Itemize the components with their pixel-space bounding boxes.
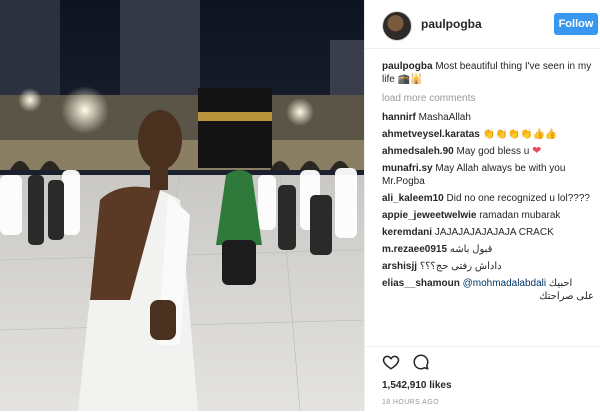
post-header: paulpogba Follow bbox=[365, 0, 600, 49]
comment-item: ahmetveysel.karatas 👏👏👏👏👍👍 bbox=[382, 128, 594, 141]
caption-username[interactable]: paulpogba bbox=[382, 61, 433, 72]
avatar[interactable] bbox=[382, 11, 412, 41]
comment-text: MashaAllah bbox=[418, 112, 471, 123]
comment-username[interactable]: keremdani bbox=[382, 227, 432, 238]
comment-text-line2: على صراحتك bbox=[539, 291, 594, 302]
instagram-post: paulpogba Follow paulpogba Most beautifu… bbox=[0, 0, 600, 411]
photo-illustration bbox=[0, 0, 364, 411]
comment-item: keremdani JAJAJAJAJAJAJA CRACK bbox=[382, 226, 594, 239]
clap-emoji-icon: 👏👏👏👏👍👍 bbox=[482, 129, 558, 140]
comment-item: m.rezaee0915 قبول باشه bbox=[382, 243, 594, 256]
comment-username[interactable]: munafri.sy bbox=[382, 163, 433, 174]
comment-username[interactable]: ali_kaleem10 bbox=[382, 193, 444, 204]
comment-list: paulpogba Most beautiful thing I've seen… bbox=[382, 60, 594, 346]
comment-text: May god bless u bbox=[456, 146, 530, 157]
comment-icon[interactable] bbox=[412, 353, 430, 371]
post-actions: 1,542,910 likes 18 HOURS AGO bbox=[365, 346, 600, 412]
comment-username[interactable]: m.rezaee0915 bbox=[382, 244, 447, 255]
heart-icon[interactable] bbox=[382, 353, 400, 371]
comment-username[interactable]: appie_jeweetwelwie bbox=[382, 210, 477, 221]
comment-item: hannirf MashaAllah bbox=[382, 111, 594, 124]
comment-item: arshisjj داداش رفتی حج؟؟؟ bbox=[382, 260, 594, 273]
comment-item: elias__shamoun @mohmadalabdali احبيك على… bbox=[382, 277, 594, 303]
comment-username[interactable]: arshisjj bbox=[382, 261, 417, 272]
comment-mention[interactable]: @mohmadalabdali bbox=[463, 278, 547, 289]
comment-item: ali_kaleem10 Did no one recognized u lol… bbox=[382, 192, 594, 205]
post-photo[interactable] bbox=[0, 0, 364, 411]
caption: paulpogba Most beautiful thing I've seen… bbox=[382, 60, 594, 86]
comment-text: ramadan mubarak bbox=[479, 210, 561, 221]
comment-text: داداش رفتی حج؟؟؟ bbox=[419, 261, 502, 272]
comment-text: احبيك bbox=[548, 278, 573, 289]
comment-item: munafri.sy May Allah always be with you … bbox=[382, 162, 594, 188]
comment-item: ahmedsaleh.90 May god bless u ❤ bbox=[382, 145, 594, 158]
comment-text: Did no one recognized u lol???? bbox=[446, 193, 590, 204]
comment-text: قبول باشه bbox=[449, 244, 493, 255]
post-side-panel: paulpogba Follow paulpogba Most beautifu… bbox=[364, 0, 600, 411]
heart-emoji-icon: ❤ bbox=[532, 145, 542, 157]
comment-text: JAJAJAJAJAJAJA CRACK bbox=[434, 227, 554, 238]
load-more-comments[interactable]: load more comments bbox=[382, 92, 594, 105]
comment-username[interactable]: elias__shamoun bbox=[382, 278, 460, 289]
comment-username[interactable]: hannirf bbox=[382, 112, 416, 123]
comment-username[interactable]: ahmetveysel.karatas bbox=[382, 129, 480, 140]
comment-username[interactable]: ahmedsaleh.90 bbox=[382, 146, 454, 157]
post-timestamp[interactable]: 18 HOURS AGO bbox=[382, 399, 439, 406]
comment-item: appie_jeweetwelwie ramadan mubarak bbox=[382, 209, 594, 222]
likes-count[interactable]: 1,542,910 likes bbox=[382, 380, 452, 391]
mosque-emoji-icon: 🕋🕌 bbox=[397, 74, 423, 85]
follow-button[interactable]: Follow bbox=[554, 13, 598, 35]
post-username[interactable]: paulpogba bbox=[421, 17, 482, 31]
